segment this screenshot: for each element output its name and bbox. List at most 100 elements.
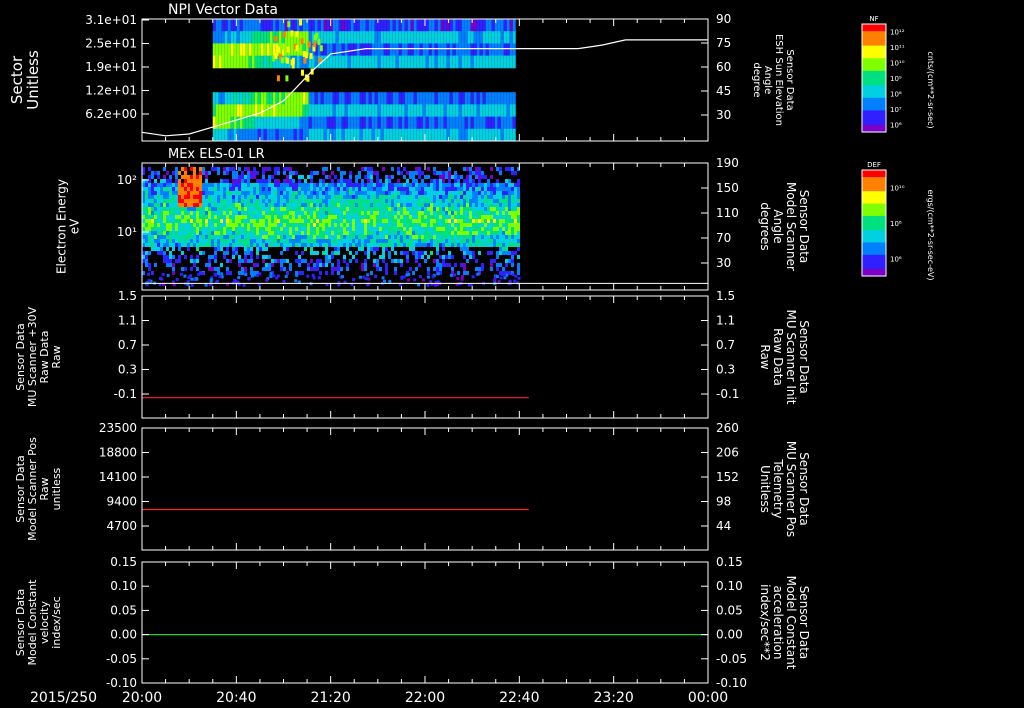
els-heatmap-cell (289, 187, 292, 191)
npi-heatmap-cell (332, 104, 336, 118)
els-heatmap-cell (409, 239, 412, 243)
npi-heatmap-cell (398, 104, 402, 118)
npi-heatmap-cell (254, 116, 258, 130)
els-heatmap-cell (238, 167, 241, 171)
els-heatmap-cell (409, 191, 412, 195)
els-heatmap-cell (322, 219, 325, 223)
els-heatmap-cell (265, 239, 268, 243)
npi-heatmap-cell (410, 116, 414, 130)
npi-heatmap-cell (295, 31, 299, 38)
npi-heatmap-cell (248, 116, 252, 130)
els-heatmap-cell (184, 187, 187, 191)
els-heatmap-cell (403, 223, 406, 227)
els-heatmap-cell (148, 243, 151, 247)
els-heatmap-cell (340, 199, 343, 203)
els-heatmap-cell (337, 235, 340, 239)
npi-heatmap-cell (326, 128, 330, 142)
npi-heatmap-cell (473, 116, 477, 130)
els-heatmap-cell (361, 231, 364, 235)
npi-heatmap-cell (227, 43, 231, 57)
npi-heatmap-cell (362, 92, 366, 105)
els-heatmap-cell (190, 227, 193, 231)
els-heatmap-cell (256, 179, 259, 183)
npi-heatmap-cell (263, 128, 267, 142)
els-heatmap-cell (403, 167, 406, 171)
els-heatmap-cell (274, 223, 277, 227)
npi-heatmap-cell (317, 38, 321, 45)
els-heatmap-cell (451, 235, 454, 239)
els-heatmap-cell (169, 215, 172, 219)
els-heatmap-cell (472, 251, 475, 255)
els-heatmap-cell (445, 239, 448, 243)
els-heatmap-cell (253, 183, 256, 187)
els-heatmap-cell (415, 235, 418, 239)
els-heatmap-cell (256, 255, 259, 259)
els-heatmap-cell (406, 243, 409, 247)
els-heatmap-cell (502, 207, 505, 211)
els-heatmap-cell (187, 239, 190, 243)
els-heatmap-cell (223, 255, 226, 259)
els-heatmap-cell (223, 191, 226, 195)
els-heatmap-cell (179, 272, 183, 276)
els-heatmap-cell (247, 231, 250, 235)
els-heatmap-cell (433, 199, 436, 203)
els-heatmap-cell (235, 227, 238, 231)
els-heatmap-cell (202, 207, 205, 211)
els-heatmap-cell (490, 167, 493, 171)
els-heatmap-cell (256, 251, 259, 255)
els-heatmap-cell (250, 195, 253, 199)
els-heatmap-cell (355, 243, 358, 247)
npi-heatmap-cell (386, 55, 390, 69)
els-heatmap-cell (409, 223, 412, 227)
els-heatmap-cell (268, 183, 271, 187)
els-heatmap-cell (325, 247, 328, 251)
els-heatmap-cell (502, 267, 505, 271)
els-heatmap-cell (232, 187, 235, 191)
right-axis-title-line: Raw Data (771, 328, 785, 386)
npi-heatmap-cell (242, 55, 246, 69)
els-heatmap-cell (358, 219, 361, 223)
npi-heatmap-cell (266, 43, 270, 57)
els-heatmap-cell (424, 183, 427, 187)
npi-heatmap-cell (458, 92, 462, 105)
els-heatmap-cell (469, 227, 472, 231)
els-heatmap-cell (199, 227, 202, 231)
npi-heatmap-cell (290, 92, 294, 105)
els-heatmap-cell (211, 215, 214, 219)
els-heatmap-cell (238, 187, 241, 191)
npi-heatmap-cell (386, 128, 390, 142)
els-heatmap-cell (277, 195, 280, 199)
els-heatmap-cell (391, 239, 394, 243)
npi-heatmap-cell (377, 92, 381, 105)
els-heatmap-cell (244, 175, 247, 179)
els-heatmap-cell (394, 203, 397, 207)
els-heatmap-cell (406, 215, 409, 219)
els-heatmap-cell (283, 239, 286, 243)
npi-heatmap-cell (224, 128, 228, 142)
els-heatmap-cell (214, 231, 217, 235)
els-heatmap-cell (514, 215, 517, 219)
els-heatmap-cell (322, 203, 325, 207)
npi-heatmap-cell (269, 55, 273, 69)
els-heatmap-cell (409, 215, 412, 219)
npi-heatmap-cell (362, 128, 366, 142)
npi-heatmap-cell (359, 31, 363, 44)
npi-heatmap-cell (272, 128, 276, 142)
els-heatmap-cell (211, 255, 214, 259)
els-heatmap-cell (436, 251, 439, 255)
els-heatmap-cell (340, 267, 343, 271)
els-heatmap-cell (472, 231, 475, 235)
els-heatmap-cell (469, 199, 472, 203)
els-heatmap-cell (160, 277, 164, 281)
npi-heatmap-cell (284, 128, 288, 142)
els-heatmap-cell (157, 227, 160, 231)
els-heatmap-cell (514, 227, 517, 231)
els-heatmap-cell (469, 179, 472, 183)
els-heatmap-cell (295, 183, 298, 187)
els-heatmap-cell (178, 227, 181, 231)
panel-frame (141, 295, 709, 419)
els-heatmap-cell (349, 207, 352, 211)
els-heatmap-cell (238, 219, 241, 223)
els-heatmap-cell (337, 215, 340, 219)
els-heatmap-cell (406, 219, 409, 223)
